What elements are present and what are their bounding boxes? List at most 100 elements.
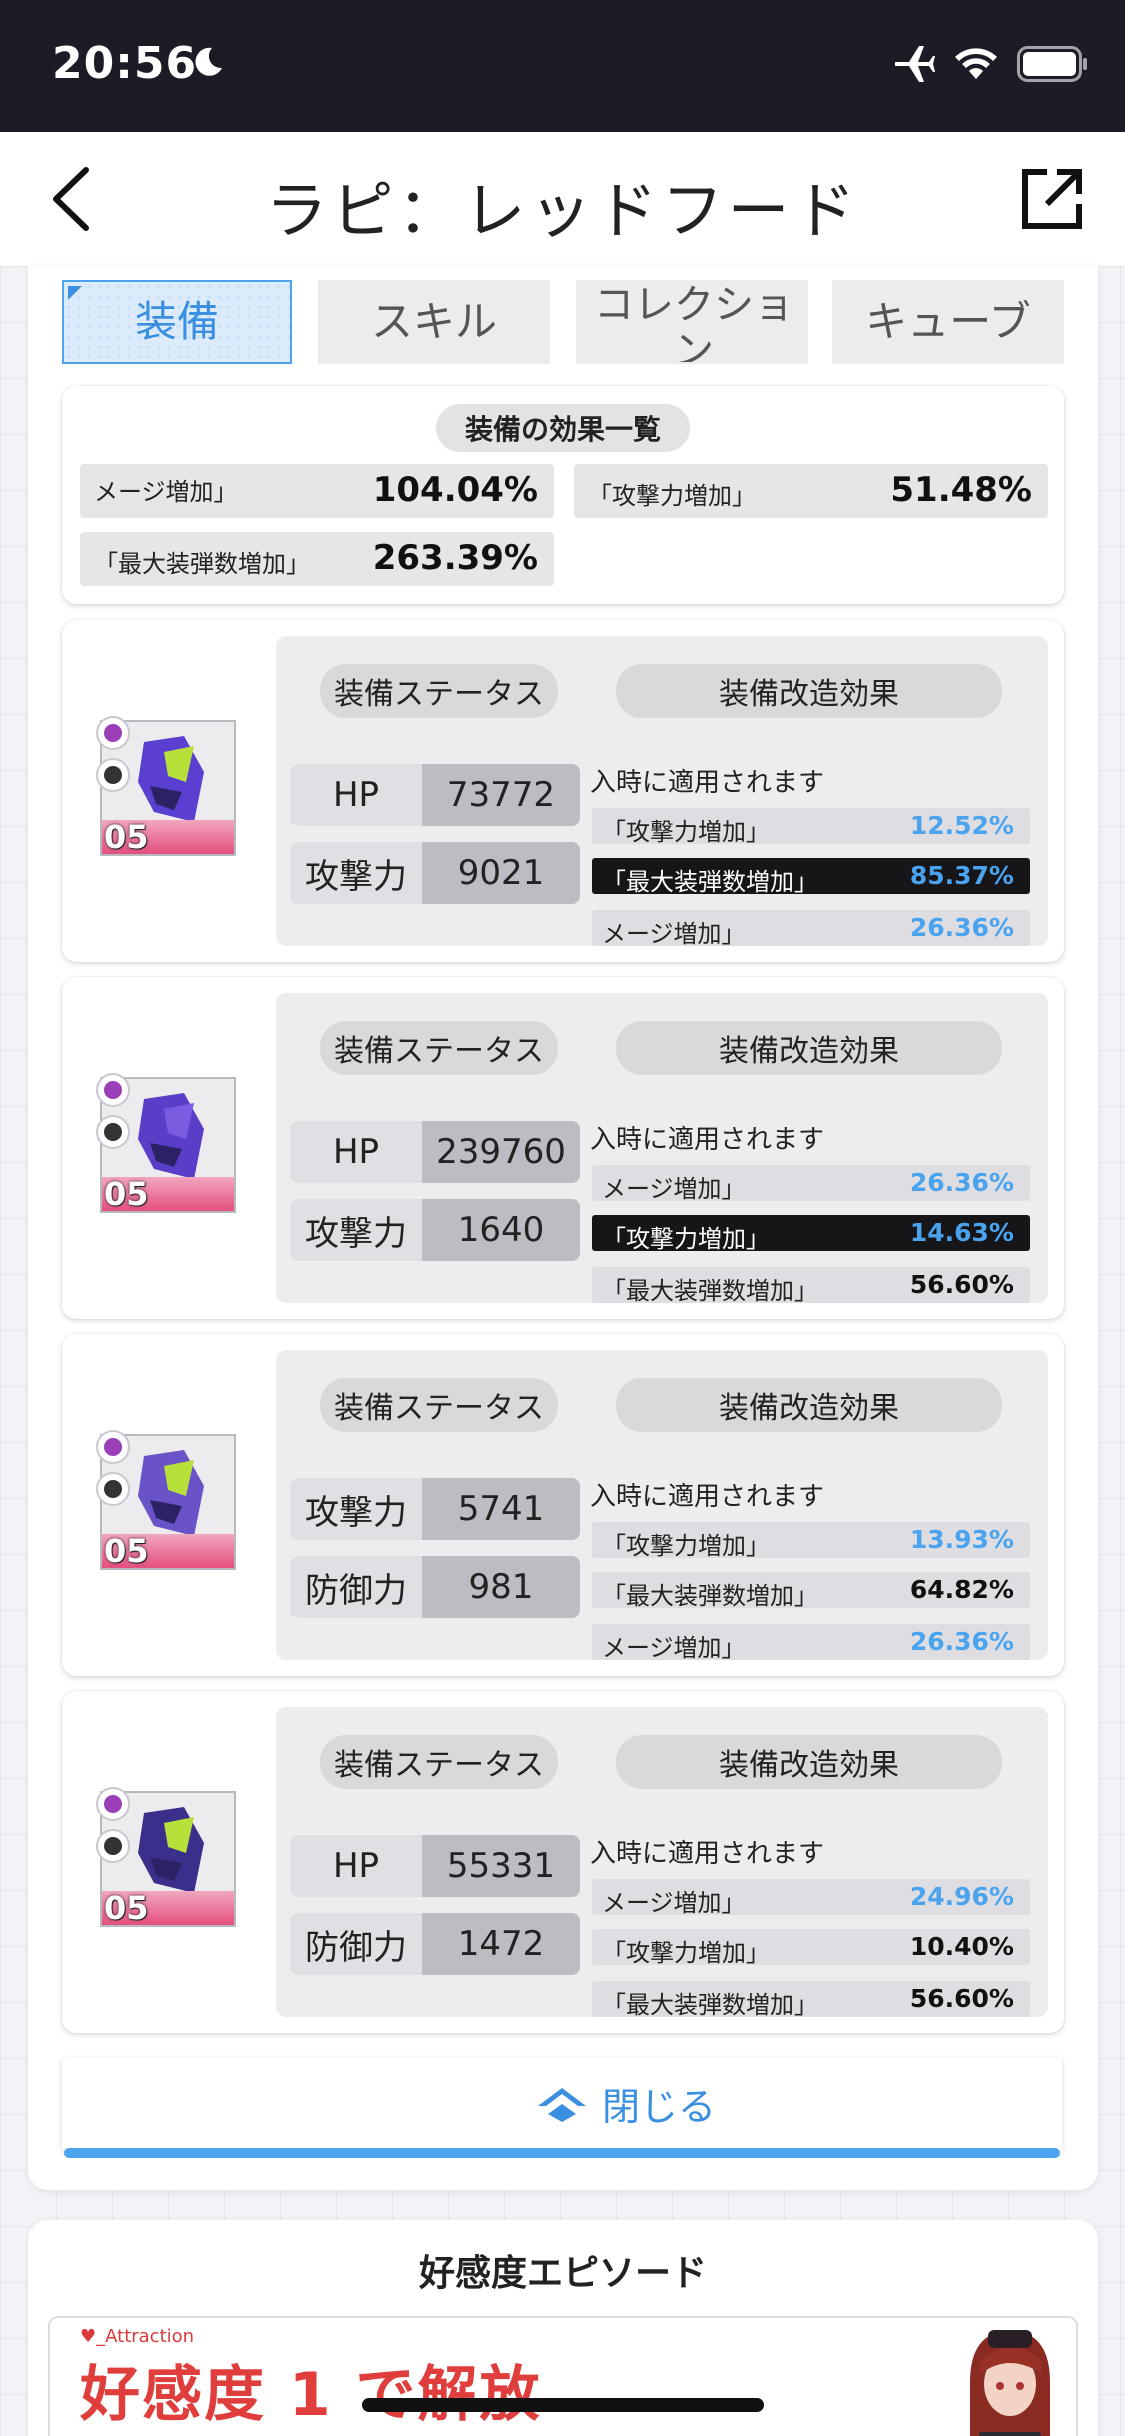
equipment-level: 05 xyxy=(104,1175,149,1213)
status-header: 装備ステータス xyxy=(320,1735,558,1789)
close-label: 閉じる xyxy=(602,2085,717,2129)
modification-value: 14.63% xyxy=(909,1218,1014,1247)
wifi-icon xyxy=(955,48,997,79)
modification-value: 26.36% xyxy=(909,1627,1014,1656)
page-title: ラピ：レッドフード xyxy=(265,174,860,247)
modification-label: 「最大装弾数増加」 xyxy=(602,1582,818,1610)
status-header: 装備ステータス xyxy=(320,1021,558,1075)
tab-collection[interactable]: コレクション xyxy=(576,280,808,364)
stat-value: 5741 xyxy=(422,1478,580,1540)
summary-effect: 「攻撃力増加」 51.48% xyxy=(574,464,1048,518)
status-icons xyxy=(891,44,1089,84)
modification-row: 「最大装弾数増加」 56.60% xyxy=(592,1267,1030,1305)
stat-row: 防御力 1472 xyxy=(290,1913,580,1975)
applies-note: 入時に適用されます xyxy=(590,768,825,798)
equipment-level: 05 xyxy=(104,1532,149,1570)
stat-name: 攻撃力 xyxy=(290,842,422,904)
character-portrait xyxy=(970,2330,1050,2436)
equipment-detail: 装備ステータス 装備改造効果 HP 55331 防御力 1472 入時に適用されます メージ増… xyxy=(276,1707,1048,2019)
applies-note: 入時に適用されます xyxy=(590,1125,825,1155)
modification-header: 装備改造効果 xyxy=(616,1735,1002,1789)
equipment-level: 05 xyxy=(104,818,149,856)
stat-row: 防御力 981 xyxy=(290,1556,580,1618)
modification-value: 26.36% xyxy=(909,913,1014,942)
manufacturer-badge-icon xyxy=(96,716,130,750)
stat-value: 239760 xyxy=(422,1121,580,1183)
modification-row: 「攻撃力増加」 13.93% xyxy=(592,1522,1030,1560)
stat-name: 攻撃力 xyxy=(290,1478,422,1540)
applies-note: 入時に適用されます xyxy=(590,1482,825,1512)
moon-icon xyxy=(195,47,222,76)
equipment-card[interactable]: 05 装備ステータス 装備改造効果 攻撃力 5741 防御力 981 入時に適用されます 「攻撃… xyxy=(62,1334,1064,1676)
modification-row: 「最大装弾数増加」 56.60% xyxy=(592,1981,1030,2019)
effect-value: 263.39% xyxy=(372,538,538,578)
tab-cube[interactable]: キューブ xyxy=(832,280,1064,364)
modification-label: 「攻撃力増加」 xyxy=(602,1225,770,1253)
home-indicator xyxy=(362,2398,764,2412)
attraction-tag: ♥_Attraction xyxy=(80,2326,195,2347)
modification-header: 装備改造効果 xyxy=(616,664,1002,718)
stat-value: 55331 xyxy=(422,1835,580,1897)
equipment-part-icon xyxy=(138,1450,204,1536)
stat-value: 1472 xyxy=(422,1913,580,1975)
modification-value: 56.60% xyxy=(909,1270,1014,1299)
summary-effect: メージ増加」 104.04% xyxy=(80,464,554,518)
equipment-part-icon xyxy=(138,1807,204,1893)
manufacturer-badge-icon xyxy=(96,1073,130,1107)
equipment-card[interactable]: 05 装備ステータス 装備改造効果 HP 239760 攻撃力 1640 入時に適用されますメ… xyxy=(62,977,1064,1319)
modification-value: 10.40% xyxy=(909,1932,1014,1961)
modification-row: メージ増加」 24.96% xyxy=(592,1879,1030,1917)
stat-row: 攻撃力 5741 xyxy=(290,1478,580,1540)
chevron-up-icon xyxy=(538,2088,586,2122)
equipment-detail: 装備ステータス 装備改造効果 HP 73772 攻撃力 9021 入時に適用されます 「攻撃力… xyxy=(276,636,1048,948)
stat-name: HP xyxy=(290,1835,422,1897)
close-button[interactable]: 閉じる xyxy=(62,2058,1062,2158)
equipment-effects-summary: 装備の効果一覧 メージ増加」 104.04% 「攻撃力増加」 51.48% 「最… xyxy=(62,386,1064,604)
modification-label: 「最大装弾数増加」 xyxy=(602,1991,818,2019)
tab-bar: 装備 スキル コレクション キューブ xyxy=(62,280,1064,364)
manufacturer-badge-icon xyxy=(96,1430,130,1464)
modification-label: 「攻撃力増加」 xyxy=(602,1532,770,1560)
stat-value: 981 xyxy=(422,1556,580,1618)
modification-label: メージ増加」 xyxy=(602,1889,746,1917)
effect-label: 「最大装弾数増加」 xyxy=(94,550,310,578)
modification-row: 「最大装弾数増加」 85.37% xyxy=(592,858,1030,896)
status-header: 装備ステータス xyxy=(320,664,558,718)
stat-row: HP 55331 xyxy=(290,1835,580,1897)
stat-value: 1640 xyxy=(422,1199,580,1261)
modification-row: 「攻撃力増加」 12.52% xyxy=(592,808,1030,846)
affection-episode-card[interactable]: ♥_Attraction 好感度 1 で解放 xyxy=(48,2316,1078,2436)
stat-name: 攻撃力 xyxy=(290,1199,422,1261)
equipment-part-icon xyxy=(138,1093,204,1179)
status-bar: 20:56 xyxy=(0,0,1125,132)
modification-value: 64.82% xyxy=(909,1575,1014,1604)
airplane-icon xyxy=(895,46,935,82)
unlock-text: 好感度 1 で解放 xyxy=(80,2360,542,2430)
modification-label: 「攻撃力増加」 xyxy=(602,1939,770,1967)
class-badge-icon xyxy=(96,1829,130,1863)
stat-name: 防御力 xyxy=(290,1556,422,1618)
status-header: 装備ステータス xyxy=(320,1378,558,1432)
stat-name: HP xyxy=(290,764,422,826)
modification-row: 「攻撃力増加」 14.63% xyxy=(592,1215,1030,1253)
modification-header: 装備改造効果 xyxy=(616,1021,1002,1075)
modification-row: 「攻撃力増加」 10.40% xyxy=(592,1929,1030,1967)
equipment-card[interactable]: 05 装備ステータス 装備改造効果 HP 73772 攻撃力 9021 入時に適用されます 「攻… xyxy=(62,620,1064,962)
summary-title: 装備の効果一覧 xyxy=(436,404,690,452)
tab-label: キューブ xyxy=(865,297,1031,346)
modification-value: 85.37% xyxy=(909,861,1014,890)
equipment-level: 05 xyxy=(104,1889,149,1927)
close-underline xyxy=(64,2148,1060,2158)
equipment-detail: 装備ステータス 装備改造効果 攻撃力 5741 防御力 981 入時に適用されます 「攻撃力増… xyxy=(276,1350,1048,1662)
external-link-icon[interactable] xyxy=(1019,166,1085,232)
nav-bar: ラピ：レッドフード xyxy=(0,132,1125,266)
modification-header: 装備改造効果 xyxy=(616,1378,1002,1432)
tab-equipment[interactable]: 装備 xyxy=(62,280,292,364)
tab-label: コレクション xyxy=(594,282,794,364)
tab-label: スキル xyxy=(370,297,497,346)
modification-label: メージ増加」 xyxy=(602,1634,746,1662)
equipment-card[interactable]: 05 装備ステータス 装備改造効果 HP 55331 防御力 1472 入時に適用されます メー… xyxy=(62,1691,1064,2033)
modification-row: メージ増加」 26.36% xyxy=(592,1624,1030,1662)
class-badge-icon xyxy=(96,1115,130,1149)
tab-skill[interactable]: スキル xyxy=(318,280,550,364)
